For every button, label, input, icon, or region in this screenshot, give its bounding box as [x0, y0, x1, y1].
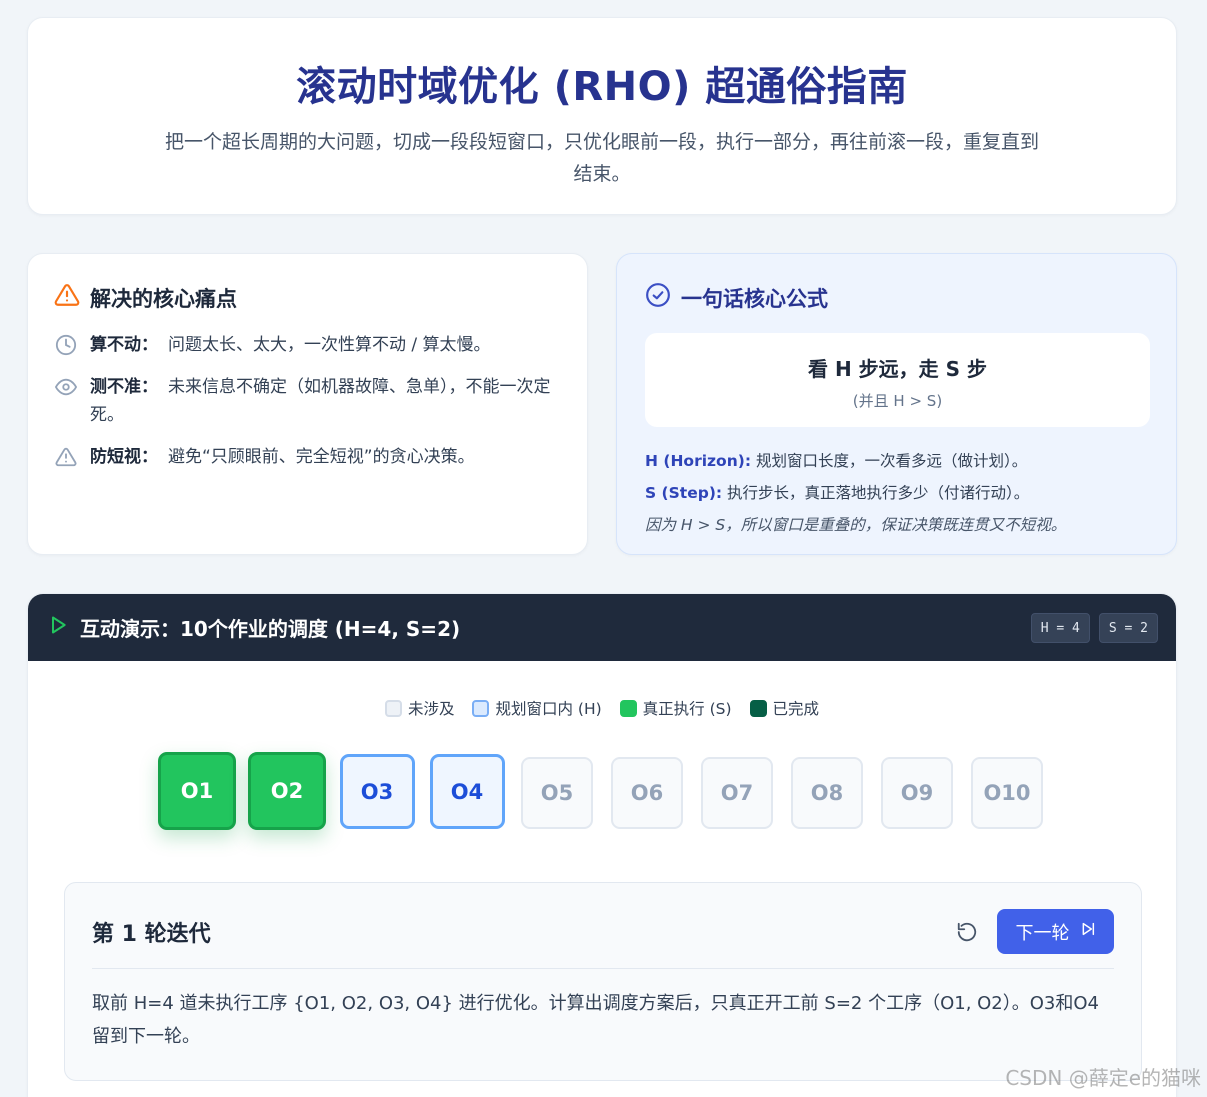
- legend-item: 已完成: [749, 697, 820, 719]
- h-param-chip: H = 4: [1030, 612, 1090, 643]
- formula-heading: 一句话核心公式: [645, 282, 1150, 313]
- demo-heading: 互动演示：10个作业的调度 (H=4, S=2): [48, 613, 460, 642]
- warning-triangle-icon: [54, 282, 80, 313]
- formula-title: 一句话核心公式: [681, 286, 828, 311]
- skip-forward-icon: [1080, 921, 1096, 942]
- next-round-button[interactable]: 下一轮: [997, 909, 1114, 954]
- job-box: O5: [521, 757, 593, 829]
- job-box: O8: [791, 757, 863, 829]
- demo-card: 互动演示：10个作业的调度 (H=4, S=2) H = 4 S = 2 未涉及…: [27, 593, 1177, 1097]
- legend-swatch: [472, 699, 490, 717]
- job-box: O7: [701, 757, 773, 829]
- hero-card: 滚动时域优化 (RHO) 超通俗指南 把一个超长周期的大问题，切成一段段短窗口，…: [27, 17, 1177, 215]
- page-title: 滚动时域优化 (RHO) 超通俗指南: [296, 64, 908, 110]
- job-box: O4: [429, 754, 505, 829]
- clock-icon: [54, 331, 78, 359]
- pain-text: 避免“只顾眼前、完全短视”的贪心决策。: [168, 447, 475, 467]
- eye-icon: [54, 373, 78, 401]
- job-row: O1 O2 O3 O4 O5 O6 O7 O8 O9 O10: [158, 752, 1048, 832]
- legend-label: 规划窗口内 (H): [495, 700, 602, 718]
- s-param-chip: S = 2: [1098, 612, 1158, 643]
- job-box: O10: [971, 757, 1043, 829]
- pain-points-title: 解决的核心痛点: [90, 286, 237, 311]
- formula-main: 看 H 步远，走 S 步: [808, 357, 987, 381]
- next-round-label: 下一轮: [1015, 922, 1070, 944]
- job-box: O6: [611, 757, 683, 829]
- formula-definitions: H (Horizon): 规划窗口长度，一次看多远（做计划）。 S (Step)…: [645, 445, 1150, 541]
- alert-triangle-icon: [54, 443, 78, 471]
- pain-label: 测不准：: [90, 377, 158, 397]
- legend-swatch: [619, 699, 637, 717]
- job-box: O2: [248, 752, 326, 830]
- pain-points-card: 解决的核心痛点 算不动： 问题太长、太大，一次性算不动 / 算太慢。 测不准： 未来…: [27, 253, 588, 555]
- legend-item: 真正执行 (S): [619, 697, 732, 719]
- formula-note: 因为 H > S，所以窗口是重叠的，保证决策既连贯又不短视。: [645, 516, 1067, 534]
- legend-label: 已完成: [772, 700, 820, 718]
- list-item: 测不准： 未来信息不确定（如机器故障、急单），不能一次定死。: [54, 373, 561, 429]
- reset-icon[interactable]: [955, 920, 979, 944]
- pain-label: 防短视：: [90, 447, 158, 467]
- legend-item: 未涉及: [384, 697, 455, 719]
- watermark: CSDN @薛定e的猫咪: [1005, 1066, 1201, 1090]
- h-text: 规划窗口长度，一次看多远（做计划）。: [755, 452, 1028, 470]
- demo-params: H = 4 S = 2: [1030, 612, 1158, 643]
- demo-title: 互动演示：10个作业的调度 (H=4, S=2): [80, 617, 461, 641]
- play-icon: [48, 615, 68, 640]
- pain-label: 算不动：: [90, 335, 158, 355]
- h-label: H (Horizon):: [645, 452, 752, 470]
- s-label: S (Step):: [645, 484, 723, 502]
- s-definition: S (Step): 执行步长，真正落地执行多少（付诸行动）。: [645, 477, 1150, 509]
- formula-condition: (并且 H > S): [852, 392, 943, 410]
- pain-points-heading: 解决的核心痛点: [54, 282, 561, 313]
- iteration-title: 第 1 轮迭代: [92, 921, 211, 947]
- pain-points-list: 算不动： 问题太长、太大，一次性算不动 / 算太慢。 测不准： 未来信息不确定（如机…: [54, 331, 561, 471]
- check-circle-icon: [645, 282, 671, 313]
- page-subtitle: 把一个超长周期的大问题，切成一段段短窗口，只优化眼前一段，执行一部分，再往前滚一…: [164, 131, 1039, 185]
- iteration-panel: 第 1 轮迭代 下一轮 取前 H=4 道未执行工序 {O1, O2, O3, O…: [64, 882, 1142, 1081]
- formula-card: 一句话核心公式 看 H 步远，走 S 步 (并且 H > S) H (Horiz…: [616, 253, 1177, 555]
- iteration-description: 取前 H=4 道未执行工序 {O1, O2, O3, O4} 进行优化。计算出调…: [92, 993, 1099, 1047]
- job-box: O3: [339, 754, 415, 829]
- list-item: 算不动： 问题太长、太大，一次性算不动 / 算太慢。: [54, 331, 561, 359]
- job-box: O1: [158, 752, 236, 830]
- legend-label: 真正执行 (S): [642, 700, 732, 718]
- legend: 未涉及 规划窗口内 (H) 真正执行 (S) 已完成: [28, 697, 1176, 719]
- iteration-header: 第 1 轮迭代 下一轮: [92, 909, 1114, 969]
- job-box: O9: [881, 757, 953, 829]
- list-item: 防短视： 避免“只顾眼前、完全短视”的贪心决策。: [54, 443, 561, 471]
- pain-text: 问题太长、太大，一次性算不动 / 算太慢。: [168, 335, 491, 355]
- legend-label: 未涉及: [407, 700, 455, 718]
- formula-box: 看 H 步远，走 S 步 (并且 H > S): [645, 333, 1150, 427]
- s-text: 执行步长，真正落地执行多少（付诸行动）。: [727, 484, 1030, 502]
- pain-text: 未来信息不确定（如机器故障、急单），不能一次定死。: [90, 377, 551, 425]
- demo-header: 互动演示：10个作业的调度 (H=4, S=2) H = 4 S = 2: [28, 594, 1176, 661]
- legend-swatch: [384, 699, 402, 717]
- legend-item: 规划窗口内 (H): [472, 697, 602, 719]
- legend-swatch: [749, 699, 767, 717]
- h-definition: H (Horizon): 规划窗口长度，一次看多远（做计划）。: [645, 445, 1150, 477]
